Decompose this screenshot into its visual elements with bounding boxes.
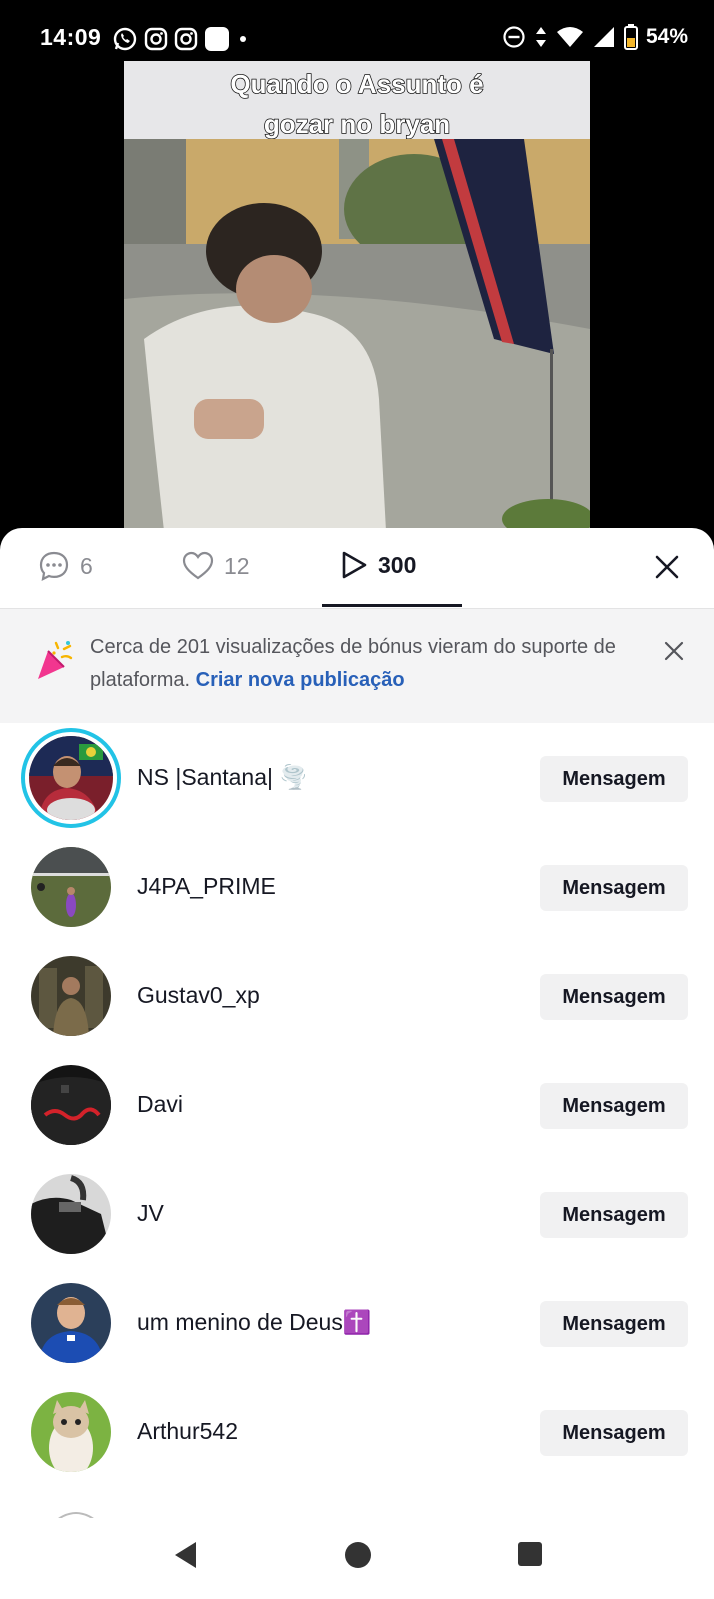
app-icon [205,27,229,51]
list-item[interactable]: J4PA_PRIME Mensagem [0,833,714,942]
comments-count: 6 [80,552,93,579]
message-button[interactable]: Mensagem [540,756,688,802]
message-button[interactable]: Mensagem [540,1083,688,1129]
notification-icons [112,26,250,52]
viewer-name[interactable]: Davi [137,1091,183,1118]
likes-count: 12 [224,552,250,579]
viewer-name[interactable]: NS |Santana| 🌪️ [137,764,308,791]
data-arrows-icon [535,27,546,47]
tab-likes[interactable]: 12 [182,550,250,582]
avatar[interactable] [31,1392,111,1472]
views-count: 300 [378,551,417,578]
tab-comments[interactable]: 6 [38,550,93,582]
viewers-list: NS |Santana| 🌪️ Mensagem J4PA_PRIME Mens… [0,724,714,1487]
message-button[interactable]: Mensagem [540,974,688,1020]
avatar[interactable] [31,1065,111,1145]
list-item[interactable]: um menino de Deus✝️ Mensagem [0,1269,714,1378]
home-icon[interactable] [343,1540,373,1570]
message-button[interactable]: Mensagem [540,865,688,911]
battery-icon [623,24,638,50]
avatar[interactable] [31,1174,111,1254]
caption-line-2: gozar no bryan [263,108,451,140]
signal-icon [593,27,614,47]
viewer-name[interactable]: J4PA_PRIME [137,873,276,900]
heart-icon [182,551,214,580]
banner-close-icon[interactable] [662,639,686,663]
list-item[interactable]: Arthur542 Mensagem [0,1378,714,1487]
battery-percent: 54% [645,25,688,48]
video-frame-image [124,139,590,531]
message-button[interactable]: Mensagem [540,1410,688,1456]
stats-tabs: 6 12 300 [0,528,714,609]
list-item[interactable]: JV Mensagem [0,1160,714,1269]
message-button[interactable]: Mensagem [540,1192,688,1238]
play-icon [342,551,367,579]
comment-icon [39,551,69,581]
tab-views[interactable]: 300 [340,550,416,580]
navigation-bar [0,1518,714,1599]
wifi-icon [556,27,583,47]
viewer-name[interactable]: Gustav0_xp [137,982,260,1009]
caption-line-1: Quando o Assunto é [230,68,485,100]
status-time: 14:09 [40,24,102,50]
close-icon[interactable] [650,550,684,584]
whatsapp-icon [113,27,137,51]
avatar[interactable] [31,1283,111,1363]
recents-icon[interactable] [516,1540,544,1568]
video-caption: Quando o Assunto é gozar no bryan [124,61,590,140]
dnd-icon [503,26,525,48]
views-sheet: 6 12 300 Cerca de 201 visualizações de b… [0,528,714,1599]
bonus-views-banner: Cerca de 201 visualizações de bónus vier… [0,609,714,723]
viewer-name[interactable]: JV [137,1200,164,1227]
dot-icon [240,36,246,42]
instagram-icon [144,27,168,51]
viewer-name[interactable]: Arthur542 [137,1418,238,1445]
avatar[interactable] [31,956,111,1036]
create-post-link[interactable]: Criar nova publicação [196,669,405,691]
avatar[interactable] [31,847,111,927]
active-tab-indicator [322,604,462,607]
instagram-icon [174,27,198,51]
list-item[interactable]: NS |Santana| 🌪️ Mensagem [0,724,714,833]
banner-message: Cerca de 201 visualizações de bónus vier… [90,631,630,697]
list-item[interactable]: Gustav0_xp Mensagem [0,942,714,1051]
viewer-name[interactable]: um menino de Deus✝️ [137,1309,371,1336]
system-icons: 54% [502,24,688,50]
video-preview[interactable]: Quando o Assunto é gozar no bryan [124,61,590,531]
message-button[interactable]: Mensagem [540,1301,688,1347]
back-icon[interactable] [172,1540,200,1570]
party-popper-icon [38,641,73,679]
avatar[interactable] [21,728,121,828]
list-item[interactable]: Davi Mensagem [0,1051,714,1160]
